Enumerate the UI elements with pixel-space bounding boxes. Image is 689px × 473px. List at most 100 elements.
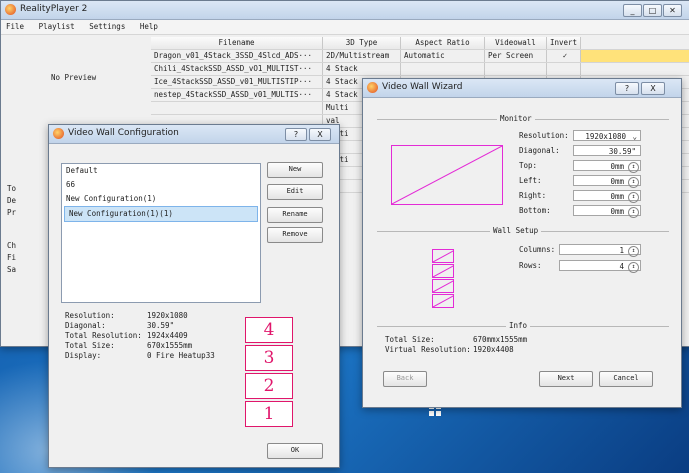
wall-screen-1: 1 bbox=[245, 401, 293, 427]
cell-invert[interactable] bbox=[547, 63, 581, 75]
right-label: Right: bbox=[519, 191, 547, 200]
monitor-group-label: Monitor bbox=[497, 114, 535, 123]
rename-button[interactable]: Rename bbox=[267, 207, 323, 223]
table-header: Filename 3D Type Aspect Ratio Videowall … bbox=[151, 37, 689, 50]
info-total-size: Total Size: 670x1555mm bbox=[65, 341, 193, 350]
wizard-title: Video Wall Wizard bbox=[382, 82, 463, 92]
bottom-value: 0mm bbox=[610, 207, 624, 216]
table-row[interactable]: Chili_4StackSSD_ASSD_vO1_MULTIST··· 4 Sta… bbox=[151, 63, 689, 76]
cell-filename[interactable]: Chili_4StackSSD_ASSD_vO1_MULTIST··· bbox=[151, 63, 323, 75]
monitor-diagonal bbox=[391, 145, 503, 205]
list-item[interactable]: New Configuration(1) bbox=[62, 192, 260, 206]
cell-aspect-ratio[interactable]: Automatic bbox=[401, 50, 485, 62]
left-label: Ch bbox=[7, 241, 17, 250]
selected-cell-highlight[interactable] bbox=[581, 50, 689, 62]
bottom-label: Bottom: bbox=[519, 206, 551, 215]
virtual-resolution-value: 1920x4408 bbox=[473, 345, 514, 354]
left-label: Left: bbox=[519, 176, 542, 185]
spinner-icon[interactable]: ↕ bbox=[628, 246, 639, 257]
cell-filename[interactable]: Ice_4StackSSD_ASSD_v01_MULTISTIP··· bbox=[151, 76, 323, 88]
wall-screen-4: 4 bbox=[245, 317, 293, 343]
cell-videowall[interactable] bbox=[485, 63, 547, 75]
config-titlebar[interactable]: Video Wall Configuration ? X bbox=[49, 125, 339, 144]
next-button[interactable]: Next bbox=[539, 371, 593, 387]
spinner-icon[interactable]: ↕ bbox=[628, 207, 639, 218]
diagonal-field[interactable]: 30.59" bbox=[573, 145, 641, 156]
diagonal-label: Diagonal: bbox=[519, 146, 560, 155]
table-row[interactable]: Dragon_v01_4Stack_3SSD_4Slcd_ADS··· 2D/Mu… bbox=[151, 50, 689, 63]
left-label: De bbox=[7, 196, 17, 205]
top-value: 0mm bbox=[610, 162, 624, 171]
cell-invert[interactable]: ✓ bbox=[547, 50, 581, 62]
wizard-titlebar[interactable]: Video Wall Wizard ? X bbox=[363, 79, 681, 98]
rows-value: 4 bbox=[619, 262, 624, 271]
maximize-button[interactable]: □ bbox=[643, 4, 662, 17]
list-item[interactable]: 66 bbox=[62, 178, 260, 192]
edit-button[interactable]: Edit bbox=[267, 184, 323, 200]
menu-playlist[interactable]: Playlist bbox=[34, 20, 80, 31]
app-logo-icon bbox=[367, 82, 378, 93]
spinner-icon[interactable]: ↕ bbox=[628, 262, 639, 273]
list-item[interactable]: New Configuration(1)(1) bbox=[64, 206, 258, 222]
bottom-field[interactable]: 0mm ↕ bbox=[573, 205, 641, 218]
menu-file[interactable]: File bbox=[1, 20, 29, 31]
menu-help[interactable]: Help bbox=[135, 20, 163, 31]
configuration-list[interactable]: Default 66 New Configuration(1) New Configu… bbox=[61, 163, 261, 303]
app-logo-icon bbox=[53, 128, 64, 139]
left-field[interactable]: 0mm ↕ bbox=[573, 175, 641, 188]
minimize-button[interactable]: _ bbox=[623, 4, 642, 17]
cell-3d-type[interactable]: 2D/Multistream bbox=[323, 50, 401, 62]
cell-aspect-ratio[interactable] bbox=[401, 63, 485, 75]
col-videowall[interactable]: Videowall bbox=[485, 37, 547, 49]
cell-filename[interactable]: Dragon_v01_4Stack_3SSD_4Slcd_ADS··· bbox=[151, 50, 323, 62]
config-title: Video Wall Configuration bbox=[68, 128, 179, 138]
back-button[interactable]: Back bbox=[383, 371, 427, 387]
close-button[interactable]: X bbox=[309, 128, 331, 141]
col-filename[interactable]: Filename bbox=[151, 37, 323, 49]
spinner-icon[interactable]: ↕ bbox=[628, 162, 639, 173]
help-button[interactable]: ? bbox=[615, 82, 639, 95]
help-button[interactable]: ? bbox=[285, 128, 307, 141]
ok-button[interactable]: OK bbox=[267, 443, 323, 459]
remove-button[interactable]: Remove bbox=[267, 227, 323, 243]
resolution-select[interactable]: 1920x1080 ⌄ bbox=[573, 130, 641, 141]
close-button[interactable]: ✕ bbox=[663, 4, 682, 17]
info-resolution: Resolution: 1920x1080 bbox=[65, 311, 188, 320]
main-title: RealityPlayer 2 bbox=[20, 4, 88, 14]
top-field[interactable]: 0mm ↕ bbox=[573, 160, 641, 173]
info-group-label: Info bbox=[506, 321, 531, 330]
total-size-value: 670mmx1555mm bbox=[473, 335, 528, 344]
list-item[interactable]: Default bbox=[62, 164, 260, 178]
left-label: Pr bbox=[7, 208, 17, 217]
close-button[interactable]: X bbox=[641, 82, 665, 95]
wall-layout-preview bbox=[432, 249, 454, 309]
col-3d-type[interactable]: 3D Type bbox=[323, 37, 401, 49]
left-value: 0mm bbox=[610, 177, 624, 186]
info-display: Display: 0 Fire Heatup33 bbox=[65, 351, 215, 360]
video-wall-wizard-dialog: Video Wall Wizard ? X Monitor Resolution… bbox=[362, 78, 682, 408]
main-titlebar[interactable]: RealityPlayer 2 _ □ ✕ bbox=[1, 1, 689, 20]
left-label: To bbox=[7, 184, 17, 193]
menu-settings[interactable]: Settings bbox=[84, 20, 130, 31]
spinner-icon[interactable]: ↕ bbox=[628, 192, 639, 203]
columns-field[interactable]: 1 ↕ bbox=[559, 244, 641, 257]
col-aspect-ratio[interactable]: Aspect Ratio bbox=[401, 37, 485, 49]
rows-label: Rows: bbox=[519, 261, 542, 270]
cancel-button[interactable]: Cancel bbox=[599, 371, 653, 387]
new-button[interactable]: New bbox=[267, 162, 323, 178]
spinner-icon[interactable]: ↕ bbox=[628, 177, 639, 188]
left-label: Fi bbox=[7, 253, 17, 262]
cell-videowall[interactable]: Per Screen bbox=[485, 50, 547, 62]
chevron-down-icon: ⌄ bbox=[632, 132, 637, 141]
col-invert[interactable]: Invert bbox=[547, 37, 581, 49]
cell-filename[interactable] bbox=[151, 102, 323, 114]
right-field[interactable]: 0mm ↕ bbox=[573, 190, 641, 203]
cell-3d-type[interactable]: 4 Stack bbox=[323, 63, 401, 75]
menubar: File Playlist Settings Help bbox=[1, 20, 689, 35]
cell-filename[interactable]: nestep_4StackSSD_ASSD_v01_MULTIS··· bbox=[151, 89, 323, 101]
wall-screen-2: 2 bbox=[245, 373, 293, 399]
virtual-resolution-label: Virtual Resolution: bbox=[385, 345, 471, 354]
wall-cell bbox=[432, 249, 454, 263]
rows-field[interactable]: 4 ↕ bbox=[559, 260, 641, 273]
wall-group-label: Wall Setup bbox=[490, 226, 542, 235]
